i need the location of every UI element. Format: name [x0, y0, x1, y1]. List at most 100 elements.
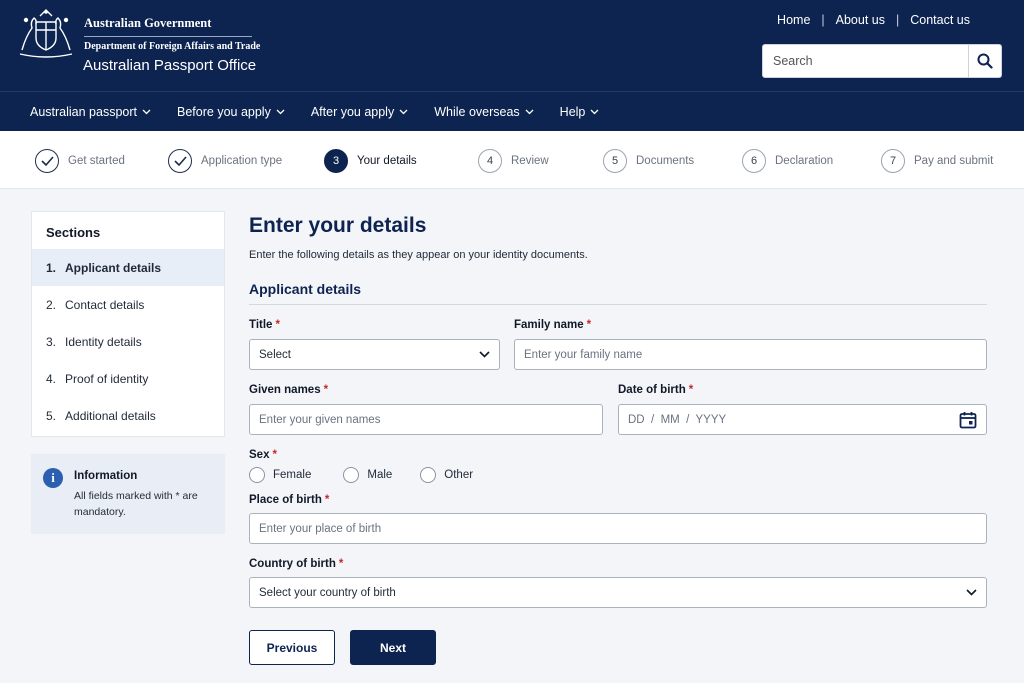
step-pay-and-submit[interactable]: 7 Pay and submit	[881, 149, 993, 173]
sex-option-male[interactable]: Male	[343, 467, 392, 483]
step-number: 7	[881, 149, 905, 173]
nav-label: Australian passport	[30, 104, 138, 119]
chevron-down-icon	[142, 109, 151, 114]
section-item-contact-details[interactable]: 2. Contact details	[32, 286, 224, 323]
branding-divider	[84, 36, 252, 37]
section-label: Identity details	[65, 334, 142, 349]
date-of-birth-placeholder: DD / MM / YYYY	[628, 413, 727, 426]
chevron-down-icon	[479, 351, 490, 358]
label-text: Country of birth	[249, 558, 336, 570]
section-label: Applicant details	[65, 260, 162, 275]
radio-button[interactable]	[420, 467, 437, 483]
step-get-started[interactable]: Get started	[35, 149, 125, 173]
sex-option-other[interactable]: Other	[420, 467, 473, 483]
nav-label: Before you apply	[177, 104, 271, 119]
site-header: Australian Government Department of Fore…	[0, 0, 1024, 91]
sections-nav: Sections 1. Applicant details 2. Contact…	[31, 211, 225, 437]
sex-option-female[interactable]: Female	[249, 467, 311, 483]
crest-logo	[19, 9, 73, 58]
nav-label: Help	[559, 104, 586, 119]
radio-label: Male	[367, 469, 393, 481]
required-marker: *	[323, 384, 329, 396]
page-intro: Enter the following details as they appe…	[249, 249, 588, 261]
family-name-field	[514, 339, 987, 370]
step-label: Review	[511, 155, 549, 167]
contact-us-link[interactable]: Contact us	[910, 13, 970, 27]
date-of-birth-field[interactable]: DD / MM / YYYY	[618, 404, 987, 435]
chevron-down-icon	[525, 109, 534, 114]
link-separator: |	[821, 13, 825, 27]
search-box	[762, 44, 1002, 78]
main-nav: Australian passport Before you apply Aft…	[0, 91, 1024, 131]
step-circle-done	[168, 149, 192, 173]
section-item-identity-details[interactable]: 3. Identity details	[32, 323, 224, 360]
nav-while-overseas[interactable]: While overseas	[434, 105, 534, 119]
title-select-value: Select	[259, 348, 291, 361]
details-form: Enter your details Enter the following d…	[249, 189, 989, 683]
step-documents[interactable]: 5 Documents	[603, 149, 694, 173]
sections-title: Sections	[46, 225, 101, 240]
nav-australian-passport[interactable]: Australian passport	[30, 105, 151, 119]
chevron-down-icon	[276, 109, 285, 114]
title-select[interactable]: Select	[249, 339, 500, 370]
step-declaration[interactable]: 6 Declaration	[742, 149, 833, 173]
given-names-label: Given names *	[249, 384, 328, 396]
information-box: i Information All fields marked with * a…	[31, 454, 225, 534]
radio-button[interactable]	[249, 467, 265, 483]
nav-before-you-apply[interactable]: Before you apply	[177, 105, 285, 119]
radio-label: Female	[273, 469, 312, 481]
country-of-birth-select[interactable]: Select your country of birth	[249, 577, 987, 608]
given-names-field	[249, 404, 603, 435]
radio-button[interactable]	[343, 467, 360, 483]
next-button[interactable]: Next	[350, 630, 436, 665]
section-item-applicant-details[interactable]: 1. Applicant details	[32, 249, 224, 286]
step-number: 3	[324, 149, 348, 173]
section-label: Contact details	[65, 297, 145, 312]
label-text: Family name	[514, 319, 584, 331]
label-text: Title	[249, 319, 273, 331]
family-name-label: Family name *	[514, 319, 591, 331]
government-branding: Australian Government Department of Fore…	[84, 16, 260, 52]
place-of-birth-input[interactable]	[259, 522, 977, 535]
search-button[interactable]	[968, 45, 1001, 77]
section-number: 3.	[46, 334, 57, 349]
required-marker: *	[272, 449, 277, 461]
step-number: 5	[603, 149, 627, 173]
family-name-input[interactable]	[524, 348, 977, 361]
page-title: Enter your details	[249, 214, 427, 237]
required-marker: *	[586, 319, 592, 331]
step-your-details[interactable]: 3 Your details	[324, 149, 417, 173]
search-input[interactable]	[763, 45, 968, 77]
about-us-link[interactable]: About us	[836, 13, 885, 27]
title-label: Title *	[249, 319, 280, 331]
step-review[interactable]: 4 Review	[478, 149, 549, 173]
info-text: All fields marked with * are mandatory.	[74, 490, 198, 518]
country-of-birth-label: Country of birth *	[249, 558, 343, 570]
nav-label: After you apply	[310, 104, 395, 119]
label-text: Given names	[249, 384, 321, 396]
link-separator: |	[895, 13, 900, 27]
step-label: Get started	[68, 155, 125, 167]
given-names-input[interactable]	[259, 413, 593, 426]
previous-button[interactable]: Previous	[249, 630, 335, 665]
office-name: Australian Passport Office	[83, 57, 257, 74]
step-label: Documents	[636, 155, 695, 167]
step-application-type[interactable]: Application type	[168, 149, 282, 173]
radio-label: Other	[444, 469, 474, 481]
calendar-icon[interactable]	[959, 411, 977, 429]
section-item-proof-of-identity[interactable]: 4. Proof of identity	[32, 360, 224, 397]
label-text: Place of birth	[249, 494, 322, 506]
step-label: Your details	[357, 155, 417, 167]
chevron-down-icon	[399, 109, 408, 114]
department-name: Department of Foreign Affairs and Trade	[84, 41, 261, 52]
country-of-birth-value: Select your country of birth	[259, 586, 396, 599]
info-title: Information	[74, 470, 138, 482]
check-icon	[173, 156, 187, 166]
nav-help[interactable]: Help	[560, 105, 600, 119]
nav-after-you-apply[interactable]: After you apply	[311, 105, 408, 119]
step-label: Pay and submit	[914, 155, 994, 167]
place-of-birth-label: Place of birth *	[249, 494, 329, 506]
check-icon	[40, 156, 54, 166]
home-link[interactable]: Home	[777, 13, 810, 27]
section-item-additional-details[interactable]: 5. Additional details	[32, 397, 224, 434]
